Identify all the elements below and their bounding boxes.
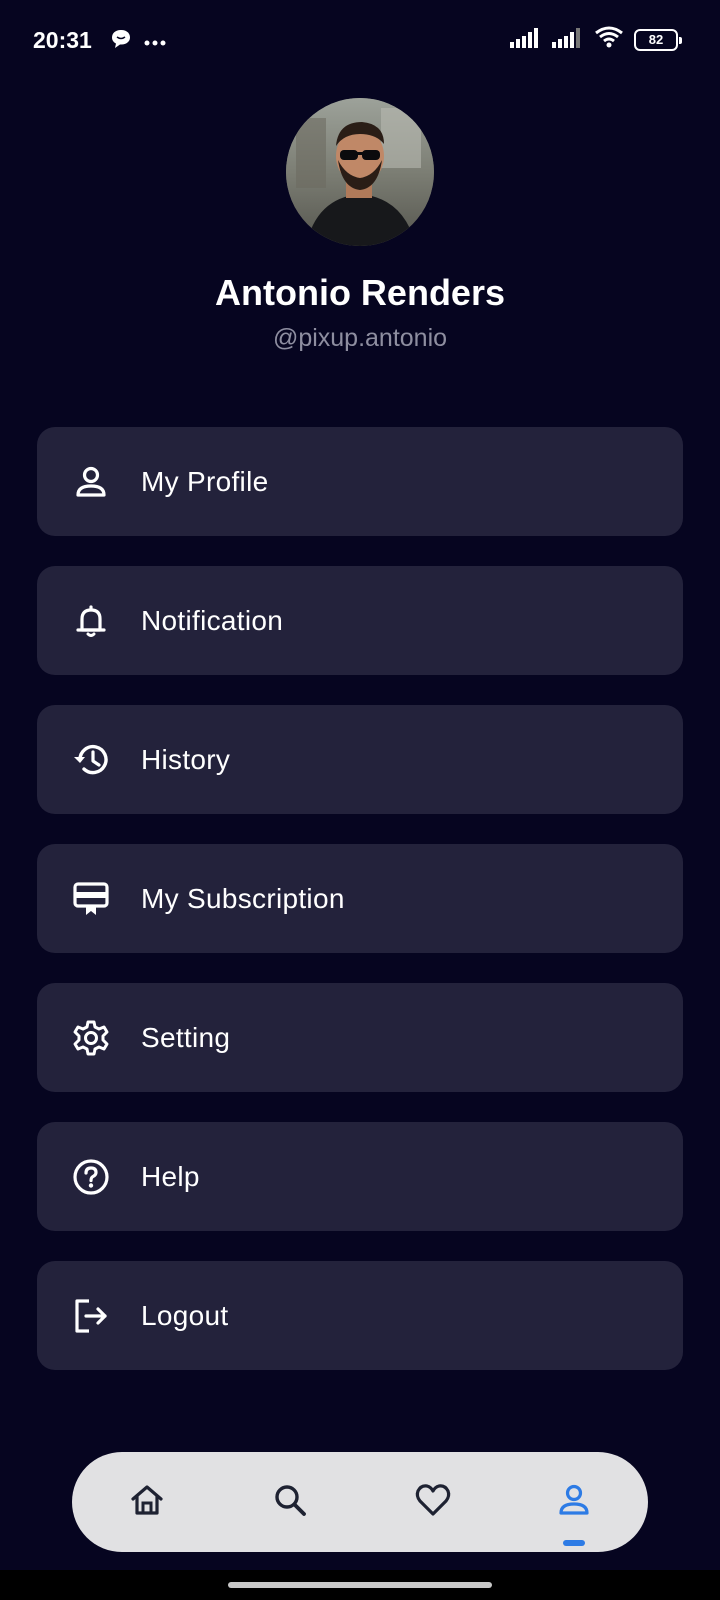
menu-item-logout[interactable]: Logout <box>37 1261 683 1370</box>
chat-bubble-icon <box>110 28 132 55</box>
menu-item-setting[interactable]: Setting <box>37 983 683 1092</box>
menu-label: My Profile <box>141 465 269 497</box>
heart-icon <box>414 1482 452 1523</box>
gear-icon <box>71 1018 111 1058</box>
history-icon <box>71 740 111 780</box>
avatar[interactable] <box>286 98 434 246</box>
menu-item-notification[interactable]: Notification <box>37 566 683 675</box>
menu-label: Help <box>141 1160 200 1192</box>
bottom-nav <box>72 1452 648 1552</box>
wifi-icon <box>594 26 624 53</box>
menu-label: History <box>141 743 231 775</box>
status-bar: 20:31 82 <box>0 0 720 84</box>
menu-label: Notification <box>141 604 284 636</box>
nav-search[interactable] <box>250 1452 330 1552</box>
bell-icon <box>71 601 111 641</box>
profile-menu: My Profile Notification History My Subsc… <box>37 427 683 1400</box>
nav-profile[interactable] <box>534 1452 614 1552</box>
subscription-icon <box>71 879 111 919</box>
profile-screen: 20:31 82 Antonio Renders @pixup.antonio … <box>0 0 720 1600</box>
search-icon <box>272 1482 308 1523</box>
menu-label: Logout <box>141 1299 229 1331</box>
user-handle: @pixup.antonio <box>272 324 448 352</box>
menu-item-history[interactable]: History <box>37 705 683 814</box>
gesture-bar[interactable] <box>228 1582 492 1588</box>
status-time: 20:31 <box>33 27 92 53</box>
user-name: Antonio Renders <box>214 272 505 313</box>
battery-icon: 82 <box>634 28 682 51</box>
menu-item-help[interactable]: Help <box>37 1122 683 1231</box>
more-dots-icon <box>144 33 166 51</box>
menu-label: Setting <box>141 1021 231 1053</box>
profile-icon <box>556 1482 592 1523</box>
user-icon <box>71 462 111 502</box>
nav-home[interactable] <box>107 1452 187 1552</box>
active-indicator <box>563 1540 585 1546</box>
menu-item-my-subscription[interactable]: My Subscription <box>37 844 683 953</box>
home-icon <box>129 1482 165 1523</box>
nav-favorites[interactable] <box>393 1452 473 1552</box>
signal-2-icon <box>552 26 584 53</box>
menu-label: My Subscription <box>141 882 345 914</box>
signal-1-icon <box>510 26 542 53</box>
logout-icon <box>71 1296 111 1336</box>
help-icon <box>71 1157 111 1197</box>
menu-item-my-profile[interactable]: My Profile <box>37 427 683 536</box>
